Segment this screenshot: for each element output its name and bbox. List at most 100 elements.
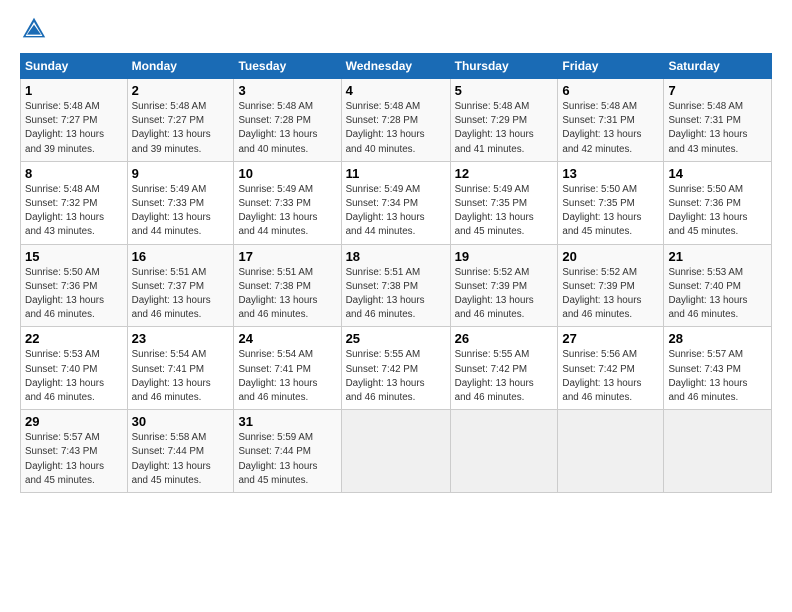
day-details: Sunrise: 5:49 AM Sunset: 7:34 PM Dayligh…: [346, 183, 446, 240]
calendar-row: 22 Sunrise: 5:53 AM Sunset: 7:40 PM Dayl…: [21, 327, 772, 410]
main-container: Sunday Monday Tuesday Wednesday Thursday…: [0, 0, 792, 503]
day-number: 12: [455, 166, 554, 181]
day-details: Sunrise: 5:50 AM Sunset: 7:35 PM Dayligh…: [562, 183, 659, 240]
day-number: 10: [238, 166, 336, 181]
day-number: 17: [238, 249, 336, 264]
day-number: 2: [132, 83, 230, 98]
day-details: Sunrise: 5:49 AM Sunset: 7:35 PM Dayligh…: [455, 183, 554, 240]
calendar-row: 29 Sunrise: 5:57 AM Sunset: 7:43 PM Dayl…: [21, 410, 772, 493]
day-number: 1: [25, 83, 123, 98]
calendar-cell: 1 Sunrise: 5:48 AM Sunset: 7:27 PM Dayli…: [21, 79, 128, 162]
col-tuesday: Tuesday: [234, 54, 341, 79]
day-details: Sunrise: 5:48 AM Sunset: 7:27 PM Dayligh…: [132, 100, 230, 157]
day-details: Sunrise: 5:48 AM Sunset: 7:29 PM Dayligh…: [455, 100, 554, 157]
day-number: 6: [562, 83, 659, 98]
calendar-cell: 11 Sunrise: 5:49 AM Sunset: 7:34 PM Dayl…: [341, 161, 450, 244]
col-thursday: Thursday: [450, 54, 558, 79]
calendar-cell: 20 Sunrise: 5:52 AM Sunset: 7:39 PM Dayl…: [558, 244, 664, 327]
day-details: Sunrise: 5:51 AM Sunset: 7:38 PM Dayligh…: [238, 266, 336, 323]
day-number: 30: [132, 414, 230, 429]
header: [20, 15, 772, 43]
day-details: Sunrise: 5:50 AM Sunset: 7:36 PM Dayligh…: [25, 266, 123, 323]
day-number: 5: [455, 83, 554, 98]
day-details: Sunrise: 5:52 AM Sunset: 7:39 PM Dayligh…: [562, 266, 659, 323]
day-details: Sunrise: 5:48 AM Sunset: 7:28 PM Dayligh…: [346, 100, 446, 157]
calendar-cell: [450, 410, 558, 493]
calendar-cell: [664, 410, 772, 493]
header-row: Sunday Monday Tuesday Wednesday Thursday…: [21, 54, 772, 79]
day-number: 18: [346, 249, 446, 264]
calendar-cell: 31 Sunrise: 5:59 AM Sunset: 7:44 PM Dayl…: [234, 410, 341, 493]
day-details: Sunrise: 5:51 AM Sunset: 7:38 PM Dayligh…: [346, 266, 446, 323]
day-details: Sunrise: 5:56 AM Sunset: 7:42 PM Dayligh…: [562, 348, 659, 405]
calendar-cell: 10 Sunrise: 5:49 AM Sunset: 7:33 PM Dayl…: [234, 161, 341, 244]
calendar-cell: 14 Sunrise: 5:50 AM Sunset: 7:36 PM Dayl…: [664, 161, 772, 244]
calendar-cell: 23 Sunrise: 5:54 AM Sunset: 7:41 PM Dayl…: [127, 327, 234, 410]
calendar-cell: 5 Sunrise: 5:48 AM Sunset: 7:29 PM Dayli…: [450, 79, 558, 162]
logo: [20, 15, 52, 43]
day-number: 13: [562, 166, 659, 181]
day-number: 31: [238, 414, 336, 429]
day-number: 4: [346, 83, 446, 98]
calendar-cell: 6 Sunrise: 5:48 AM Sunset: 7:31 PM Dayli…: [558, 79, 664, 162]
calendar-cell: 27 Sunrise: 5:56 AM Sunset: 7:42 PM Dayl…: [558, 327, 664, 410]
day-details: Sunrise: 5:52 AM Sunset: 7:39 PM Dayligh…: [455, 266, 554, 323]
day-number: 19: [455, 249, 554, 264]
col-sunday: Sunday: [21, 54, 128, 79]
calendar-cell: 15 Sunrise: 5:50 AM Sunset: 7:36 PM Dayl…: [21, 244, 128, 327]
day-number: 14: [668, 166, 767, 181]
calendar-cell: 18 Sunrise: 5:51 AM Sunset: 7:38 PM Dayl…: [341, 244, 450, 327]
day-number: 26: [455, 331, 554, 346]
day-number: 16: [132, 249, 230, 264]
calendar-cell: 19 Sunrise: 5:52 AM Sunset: 7:39 PM Dayl…: [450, 244, 558, 327]
day-details: Sunrise: 5:48 AM Sunset: 7:31 PM Dayligh…: [668, 100, 767, 157]
calendar-cell: 17 Sunrise: 5:51 AM Sunset: 7:38 PM Dayl…: [234, 244, 341, 327]
calendar-cell: [558, 410, 664, 493]
calendar-cell: 7 Sunrise: 5:48 AM Sunset: 7:31 PM Dayli…: [664, 79, 772, 162]
day-number: 24: [238, 331, 336, 346]
calendar-cell: 4 Sunrise: 5:48 AM Sunset: 7:28 PM Dayli…: [341, 79, 450, 162]
calendar-cell: 28 Sunrise: 5:57 AM Sunset: 7:43 PM Dayl…: [664, 327, 772, 410]
day-details: Sunrise: 5:57 AM Sunset: 7:43 PM Dayligh…: [668, 348, 767, 405]
day-number: 11: [346, 166, 446, 181]
day-number: 28: [668, 331, 767, 346]
day-details: Sunrise: 5:48 AM Sunset: 7:28 PM Dayligh…: [238, 100, 336, 157]
calendar-cell: [341, 410, 450, 493]
day-number: 22: [25, 331, 123, 346]
day-number: 9: [132, 166, 230, 181]
day-details: Sunrise: 5:58 AM Sunset: 7:44 PM Dayligh…: [132, 431, 230, 488]
day-details: Sunrise: 5:57 AM Sunset: 7:43 PM Dayligh…: [25, 431, 123, 488]
day-details: Sunrise: 5:48 AM Sunset: 7:31 PM Dayligh…: [562, 100, 659, 157]
calendar-cell: 2 Sunrise: 5:48 AM Sunset: 7:27 PM Dayli…: [127, 79, 234, 162]
col-monday: Monday: [127, 54, 234, 79]
calendar-cell: 29 Sunrise: 5:57 AM Sunset: 7:43 PM Dayl…: [21, 410, 128, 493]
day-details: Sunrise: 5:49 AM Sunset: 7:33 PM Dayligh…: [238, 183, 336, 240]
day-details: Sunrise: 5:59 AM Sunset: 7:44 PM Dayligh…: [238, 431, 336, 488]
calendar-row: 1 Sunrise: 5:48 AM Sunset: 7:27 PM Dayli…: [21, 79, 772, 162]
day-number: 21: [668, 249, 767, 264]
day-number: 15: [25, 249, 123, 264]
day-details: Sunrise: 5:53 AM Sunset: 7:40 PM Dayligh…: [668, 266, 767, 323]
calendar-cell: 25 Sunrise: 5:55 AM Sunset: 7:42 PM Dayl…: [341, 327, 450, 410]
day-details: Sunrise: 5:53 AM Sunset: 7:40 PM Dayligh…: [25, 348, 123, 405]
day-details: Sunrise: 5:48 AM Sunset: 7:27 PM Dayligh…: [25, 100, 123, 157]
calendar-cell: 26 Sunrise: 5:55 AM Sunset: 7:42 PM Dayl…: [450, 327, 558, 410]
day-details: Sunrise: 5:54 AM Sunset: 7:41 PM Dayligh…: [238, 348, 336, 405]
calendar-cell: 22 Sunrise: 5:53 AM Sunset: 7:40 PM Dayl…: [21, 327, 128, 410]
calendar-cell: 13 Sunrise: 5:50 AM Sunset: 7:35 PM Dayl…: [558, 161, 664, 244]
calendar-cell: 8 Sunrise: 5:48 AM Sunset: 7:32 PM Dayli…: [21, 161, 128, 244]
logo-icon: [20, 15, 48, 43]
calendar-row: 8 Sunrise: 5:48 AM Sunset: 7:32 PM Dayli…: [21, 161, 772, 244]
col-saturday: Saturday: [664, 54, 772, 79]
day-details: Sunrise: 5:51 AM Sunset: 7:37 PM Dayligh…: [132, 266, 230, 323]
calendar-cell: 21 Sunrise: 5:53 AM Sunset: 7:40 PM Dayl…: [664, 244, 772, 327]
day-number: 8: [25, 166, 123, 181]
day-number: 7: [668, 83, 767, 98]
col-friday: Friday: [558, 54, 664, 79]
col-wednesday: Wednesday: [341, 54, 450, 79]
day-number: 23: [132, 331, 230, 346]
calendar-cell: 3 Sunrise: 5:48 AM Sunset: 7:28 PM Dayli…: [234, 79, 341, 162]
day-details: Sunrise: 5:50 AM Sunset: 7:36 PM Dayligh…: [668, 183, 767, 240]
calendar-cell: 30 Sunrise: 5:58 AM Sunset: 7:44 PM Dayl…: [127, 410, 234, 493]
calendar-table: Sunday Monday Tuesday Wednesday Thursday…: [20, 53, 772, 493]
